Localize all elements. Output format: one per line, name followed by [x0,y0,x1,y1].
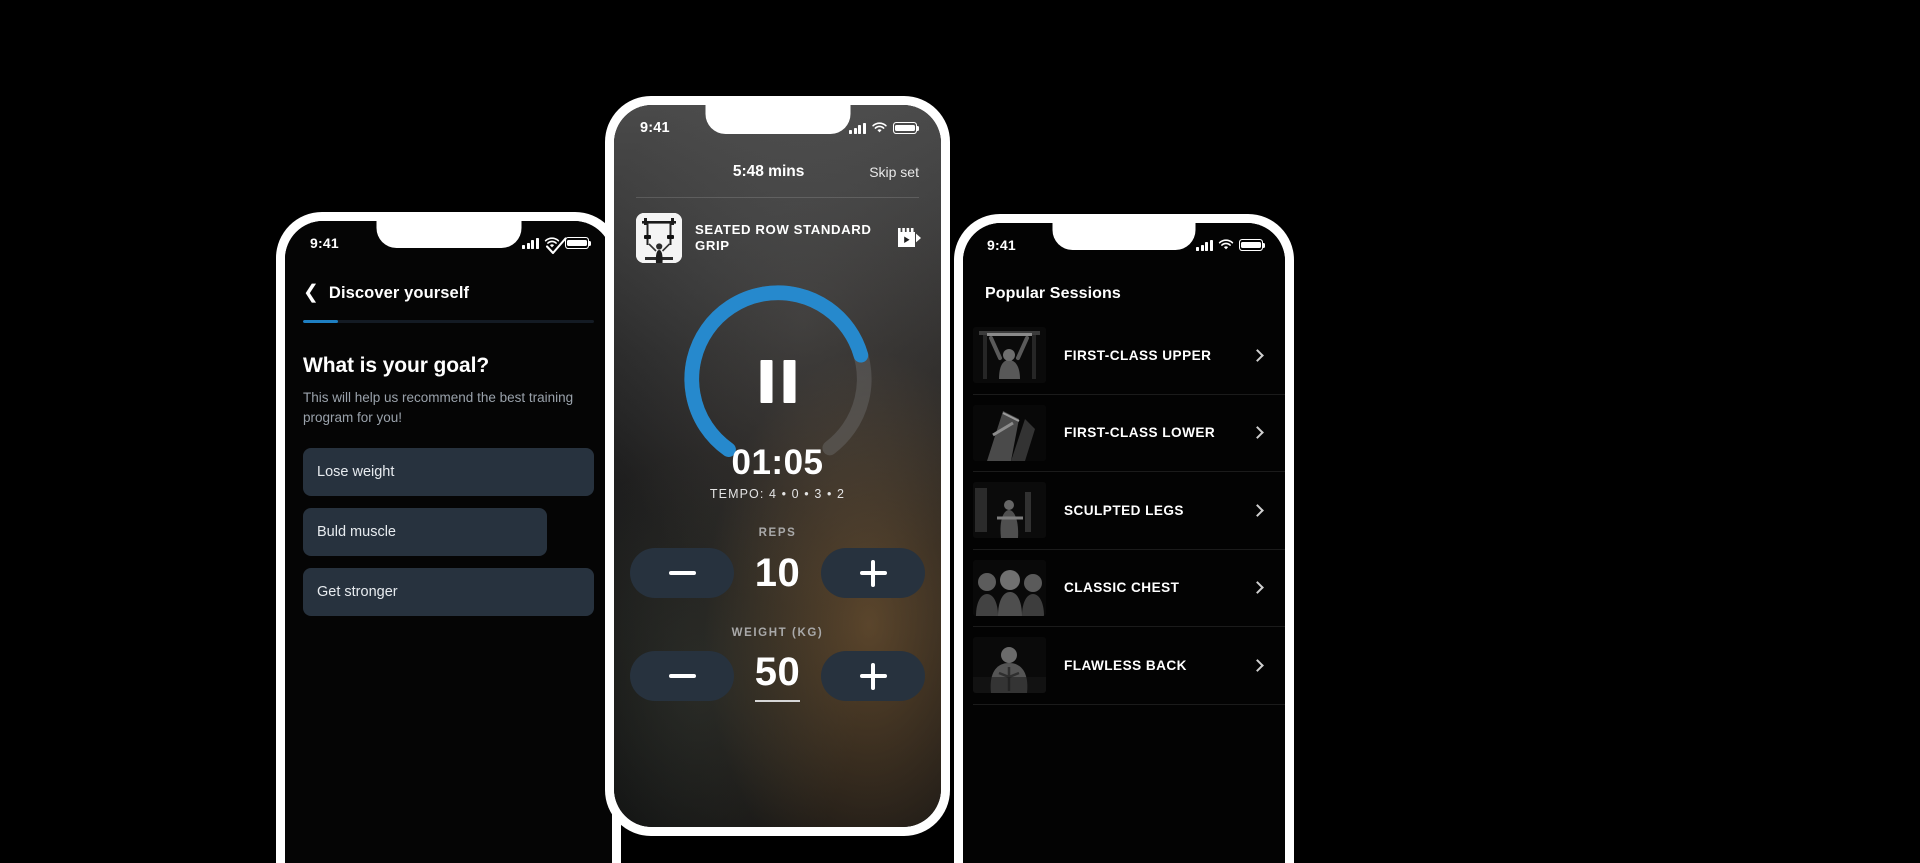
chest-photo [973,559,1046,616]
weight-increment-button[interactable] [821,651,925,701]
minus-icon [668,570,696,576]
workout-header: 5:48 mins Skip set [614,163,941,181]
lower-body-photo [973,404,1046,461]
session-thumbnail [973,482,1046,539]
header-divider [636,197,919,198]
question-subtitle: This will help us recommend the best tra… [303,390,574,425]
minus-icon [668,673,696,679]
option-label: Lose weight [317,464,395,481]
notch [705,105,850,134]
session-label: CLASSIC CHEST [1064,580,1180,596]
list-item[interactable]: FIRST-CLASS LOWER [973,395,1285,472]
page-title: Discover yourself [328,284,470,302]
status-indicators [522,237,592,249]
session-thumbnail [973,637,1046,694]
status-time: 9:41 [310,235,339,251]
video-clip-icon[interactable] [898,228,921,248]
cable-machine-illustration [636,213,682,263]
pause-icon[interactable] [760,360,795,403]
list-item[interactable]: SCULPTED LEGS [973,472,1285,550]
status-indicators [1196,239,1266,251]
session-label: SCULPTED LEGS [1064,502,1184,518]
section-heading: Popular Sessions [985,285,1121,302]
left-screen: 9:41 ❮ Discover yourself What is your go… [285,221,612,863]
chevron-right-icon[interactable] [1251,658,1264,672]
upper-body-photo [973,327,1046,384]
wifi-icon [872,122,887,133]
list-item[interactable]: FLAWLESS BACK [973,627,1285,705]
tempo-label: TEMPO: 4 • 0 • 3 • 2 [709,487,846,501]
sessions-body: Popular Sessions FIRST-CLASS UPPER FIRST… [963,223,1285,863]
cellular-signal-icon [522,237,539,249]
skip-set-button[interactable]: Skip set [869,164,919,180]
cellular-signal-icon [849,122,866,134]
session-list: FIRST-CLASS UPPER FIRST-CLASS LOWER SCUL… [963,317,1285,705]
chevron-right-icon[interactable] [1251,581,1264,595]
phone-workout-timer: 9:41 5:48 mins Skip set SEATED ROW STAND… [605,96,950,836]
option-label: Buld muscle [317,524,396,541]
status-time: 9:41 [987,237,1016,253]
app-showcase: 9:41 ❮ Discover yourself What is your go… [0,0,1920,863]
plus-icon [859,662,887,690]
chevron-right-icon[interactable] [1251,503,1264,517]
status-indicators [849,122,920,134]
cable-machine-icon [636,213,682,263]
goal-option-build-muscle[interactable]: Buld muscle [303,508,547,557]
notch [376,221,521,248]
session-label: FIRST-CLASS LOWER [1064,425,1216,441]
chevron-right-icon[interactable] [1251,348,1264,362]
wifi-icon [544,237,560,248]
reps-label: REPS [758,527,797,539]
legs-photo [973,482,1046,539]
weight-stepper: 50 [630,650,925,702]
battery-icon [893,122,920,134]
plus-icon [859,559,887,587]
timer-remaining: 01:05 [731,443,824,482]
exercise-row: SEATED ROW STANDARD GRIP [636,213,921,263]
onboarding-body: ❮ Discover yourself What is your goal? T… [285,221,612,863]
cellular-signal-icon [1196,239,1213,251]
option-label: Get stronger [317,584,398,601]
right-screen: 9:41 Popular Sessions FIRST-CLASS UPPER … [963,223,1285,863]
battery-icon [1239,239,1266,251]
exercise-name: SEATED ROW STANDARD GRIP [695,221,872,254]
session-thumbnail [973,327,1046,384]
center-screen: 9:41 5:48 mins Skip set SEATED ROW STAND… [614,105,941,827]
session-label: FLAWLESS BACK [1064,657,1187,673]
goal-option-get-stronger[interactable]: Get stronger [303,568,594,617]
session-label: FIRST-CLASS UPPER [1064,347,1212,363]
reps-increment-button[interactable] [821,548,925,598]
left-nav: ❮ Discover yourself [303,283,594,303]
reps-decrement-button[interactable] [630,548,734,598]
battery-icon [565,237,592,249]
back-photo [973,637,1046,694]
phone-sessions: 9:41 Popular Sessions FIRST-CLASS UPPER … [954,214,1294,863]
status-time: 9:41 [640,120,670,136]
goal-option-lose-weight[interactable]: Lose weight [303,448,594,497]
list-item[interactable]: CLASSIC CHEST [973,550,1285,627]
reps-value: 10 [754,550,801,595]
chevron-left-icon[interactable]: ❮ [303,283,319,302]
reps-stepper: 10 [630,548,925,598]
chevron-right-icon[interactable] [1251,426,1264,440]
session-thumbnail [973,404,1046,461]
progress-fill [303,320,338,323]
session-thumbnail [973,559,1046,616]
weight-value[interactable]: 50 [754,650,801,702]
notch [1052,223,1196,250]
list-item[interactable]: FIRST-CLASS UPPER [973,317,1285,395]
elapsed-time: 5:48 mins [732,163,805,180]
wifi-icon [1218,239,1234,250]
weight-decrement-button[interactable] [630,651,734,701]
question-heading: What is your goal? [303,354,490,377]
goal-options: Lose weight Buld muscle Get stronger [303,448,594,617]
weight-label: WEIGHT (KG) [731,627,824,639]
progress-bar [303,320,594,323]
phone-onboarding: 9:41 ❮ Discover yourself What is your go… [276,212,621,863]
